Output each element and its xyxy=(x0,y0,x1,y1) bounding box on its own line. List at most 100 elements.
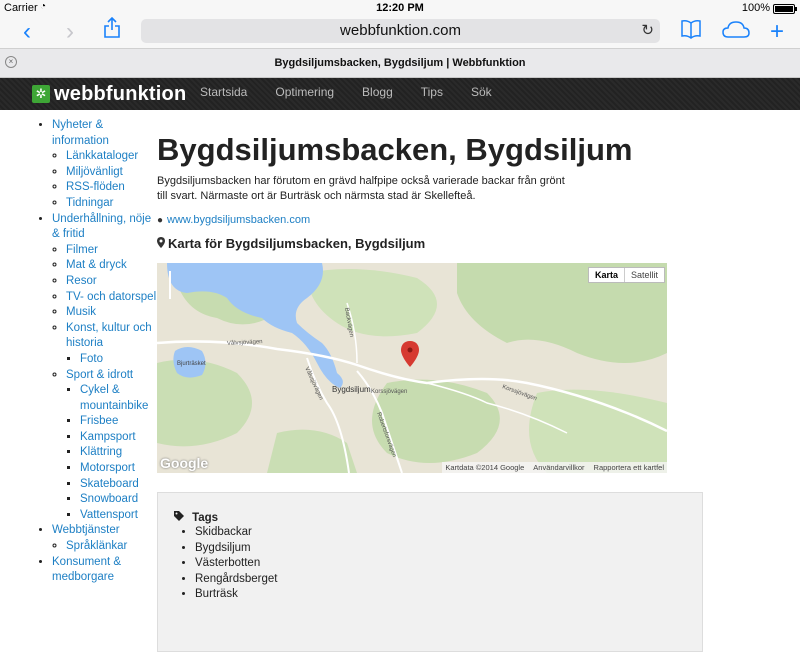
tags-box: Tags SkidbackarBygdsiljumVästerbottenRen… xyxy=(157,492,703,652)
site-nav-link[interactable]: Tips xyxy=(407,78,457,110)
map-embed[interactable]: Bygdsiljum Bjurträsket Vålvsjövägen Vålv… xyxy=(157,263,667,473)
tag-item[interactable]: Bygdsiljum xyxy=(195,541,277,557)
sidebar-link[interactable]: Motorsport xyxy=(80,462,135,474)
sidebar-list: Nyheter & information Länkkataloger Miljöv… xyxy=(0,118,157,586)
main-content: Bygdsiljumsbacken, Bygdsiljum Bygdsiljum… xyxy=(157,118,717,652)
sidebar-subsublist: Cykel & mountainbike Frisbee Kampsport Klät… xyxy=(66,383,157,523)
tag-item[interactable]: Burträsk xyxy=(195,587,277,603)
tab-title[interactable]: Bygdsiljumsbacken, Bygdsiljum | Webbfunk… xyxy=(0,57,800,69)
sidebar-item: Konsument & medborgare xyxy=(52,555,157,586)
address-bar[interactable]: webbfunktion.com ↻ xyxy=(141,19,660,43)
map-data-attribution: Kartdata ©2014 Google xyxy=(445,463,525,472)
sidebar-subitem: Mat & dryck xyxy=(66,258,157,274)
site-nav-link[interactable]: Startsida xyxy=(186,78,261,110)
sidebar-link[interactable]: Cykel & mountainbike xyxy=(80,384,148,412)
tag-item[interactable]: Västerbotten xyxy=(195,556,277,572)
tags-heading-text: Tags xyxy=(192,512,219,524)
sidebar-subitem: Musik xyxy=(66,305,157,321)
sidebar-subitem: Länkkataloger xyxy=(66,149,157,165)
sidebar-link[interactable]: Filmer xyxy=(66,244,98,256)
website-link[interactable]: www.bygdsiljumsbacken.com xyxy=(167,214,310,226)
share-icon[interactable] xyxy=(97,16,127,48)
tab-bar: × Bygdsiljumsbacken, Bygdsiljum | Webbfu… xyxy=(0,48,800,78)
sidebar-link[interactable]: TV- och datorspel xyxy=(66,291,156,303)
tags-list: SkidbackarBygdsiljumVästerbottenRengårds… xyxy=(180,525,277,603)
sidebar-link[interactable]: Kampsport xyxy=(80,431,136,443)
sidebar-subitem: Tidningar xyxy=(66,196,157,212)
sidebar-link[interactable]: Sport & idrott xyxy=(66,369,133,381)
map-type-satellite-button[interactable]: Satellit xyxy=(625,268,664,282)
site-nav-link[interactable]: Sök xyxy=(457,78,506,110)
sidebar-link[interactable]: Klättring xyxy=(80,446,122,458)
sidebar-link[interactable]: Tidningar xyxy=(66,197,114,209)
logo-mark-icon: ✲ xyxy=(32,85,50,103)
sidebar-item: Nyheter & information Länkkataloger Miljöv… xyxy=(52,118,157,212)
reload-icon[interactable]: ↻ xyxy=(641,21,654,39)
sidebar-subitem: TV- och datorspel xyxy=(66,290,157,306)
sidebar-sublist: Språklänkar xyxy=(52,539,157,555)
sidebar-subsubitem: Klättring xyxy=(80,445,157,461)
sidebar-link[interactable]: Konsument & medborgare xyxy=(52,556,121,584)
sidebar-sublist: Filmer Mat & dryck Resor TV- och datorspel M… xyxy=(52,243,157,524)
map-heading-text: Karta för Bygdsiljumsbacken, Bygdsiljum xyxy=(168,236,426,251)
sidebar-subitem: Miljövänligt xyxy=(66,165,157,181)
sidebar-subsubitem: Snowboard xyxy=(80,492,157,508)
tags-heading: Tags xyxy=(174,511,218,524)
map-terms-link[interactable]: Användarvillkor xyxy=(533,463,584,472)
sidebar-link[interactable]: Foto xyxy=(80,353,103,365)
sidebar-link[interactable]: Miljövänligt xyxy=(66,166,123,178)
google-logo: Google xyxy=(160,455,209,471)
new-tab-icon[interactable]: + xyxy=(762,16,792,48)
tag-item[interactable]: Skidbackar xyxy=(195,525,277,541)
zoom-control[interactable] xyxy=(169,271,175,299)
site-nav-link[interactable]: Blogg xyxy=(348,78,407,110)
sidebar-link[interactable]: Konst, kultur och historia xyxy=(66,322,152,350)
sidebar-subsubitem: Vattensport xyxy=(80,508,157,524)
bookmarks-icon[interactable] xyxy=(676,16,706,48)
sidebar-link[interactable]: Skateboard xyxy=(80,478,139,490)
sidebar-link[interactable]: Webbtjänster xyxy=(52,524,120,536)
sidebar-subsubitem: Cykel & mountainbike xyxy=(80,383,157,414)
sidebar-subitem: Sport & idrott Cykel & mountainbike Frisbe… xyxy=(66,368,157,524)
sidebar-link[interactable]: Snowboard xyxy=(80,493,138,505)
sidebar-link[interactable]: RSS-flöden xyxy=(66,181,125,193)
status-bar: Carrier ◔ 12:20 PM 100% xyxy=(0,0,800,16)
map-report-link[interactable]: Rapportera ett kartfel xyxy=(594,463,664,472)
sidebar-subitem: Språklänkar xyxy=(66,539,157,555)
sidebar-link[interactable]: Länkkataloger xyxy=(66,150,138,162)
site-nav-links: Startsida Optimering Blogg Tips Sök xyxy=(186,78,506,110)
sidebar-subitem: Konst, kultur och historia Foto xyxy=(66,321,157,368)
globe-icon: ● xyxy=(157,215,164,226)
site-logo[interactable]: ✲ webbfunktion xyxy=(32,82,186,106)
website-link-row: ● www.bygdsiljumsbacken.com xyxy=(157,214,717,226)
map-canvas: Bygdsiljum Bjurträsket Vålvsjövägen Vålv… xyxy=(157,263,667,473)
page-title: Bygdsiljumsbacken, Bygdsiljum xyxy=(157,132,633,167)
sidebar-link[interactable]: Resor xyxy=(66,275,97,287)
sidebar-subsubitem: Skateboard xyxy=(80,477,157,493)
site-nav-link[interactable]: Optimering xyxy=(261,78,348,110)
back-icon[interactable]: ‹ xyxy=(12,16,42,48)
sidebar-link[interactable]: Språklänkar xyxy=(66,540,127,552)
site-navbar: ✲ webbfunktion Startsida Optimering Blogg T… xyxy=(0,78,800,110)
sidebar-subsubitem: Foto xyxy=(80,352,157,368)
sidebar-link[interactable]: Vattensport xyxy=(80,509,138,521)
tag-item[interactable]: Rengårdsberget xyxy=(195,572,277,588)
forward-icon[interactable]: › xyxy=(55,16,85,48)
sidebar-subitem: Filmer xyxy=(66,243,157,259)
sidebar-subsublist: Foto xyxy=(66,352,157,368)
sidebar-link[interactable]: Frisbee xyxy=(80,415,118,427)
sidebar-subsubitem: Kampsport xyxy=(80,430,157,446)
icloud-tabs-icon[interactable] xyxy=(718,16,754,48)
url-text: webbfunktion.com xyxy=(340,22,461,39)
clock: 12:20 PM xyxy=(376,2,424,14)
sidebar-link[interactable]: Musik xyxy=(66,306,96,318)
sidebar-link[interactable]: Nyheter & information xyxy=(52,119,109,147)
map-type-map-button[interactable]: Karta xyxy=(589,268,625,282)
sidebar-menu: Nyheter & information Länkkataloger Miljöv… xyxy=(0,118,157,600)
place-label-bygdsiljum: Bygdsiljum xyxy=(332,385,371,394)
map-marker-icon xyxy=(157,237,165,251)
sidebar-item: Underhållning, nöje & fritid Filmer Mat & … xyxy=(52,212,157,524)
map-heading: Karta för Bygdsiljumsbacken, Bygdsiljum xyxy=(157,236,717,251)
sidebar-link[interactable]: Mat & dryck xyxy=(66,259,127,271)
sidebar-link[interactable]: Underhållning, nöje & fritid xyxy=(52,213,151,241)
